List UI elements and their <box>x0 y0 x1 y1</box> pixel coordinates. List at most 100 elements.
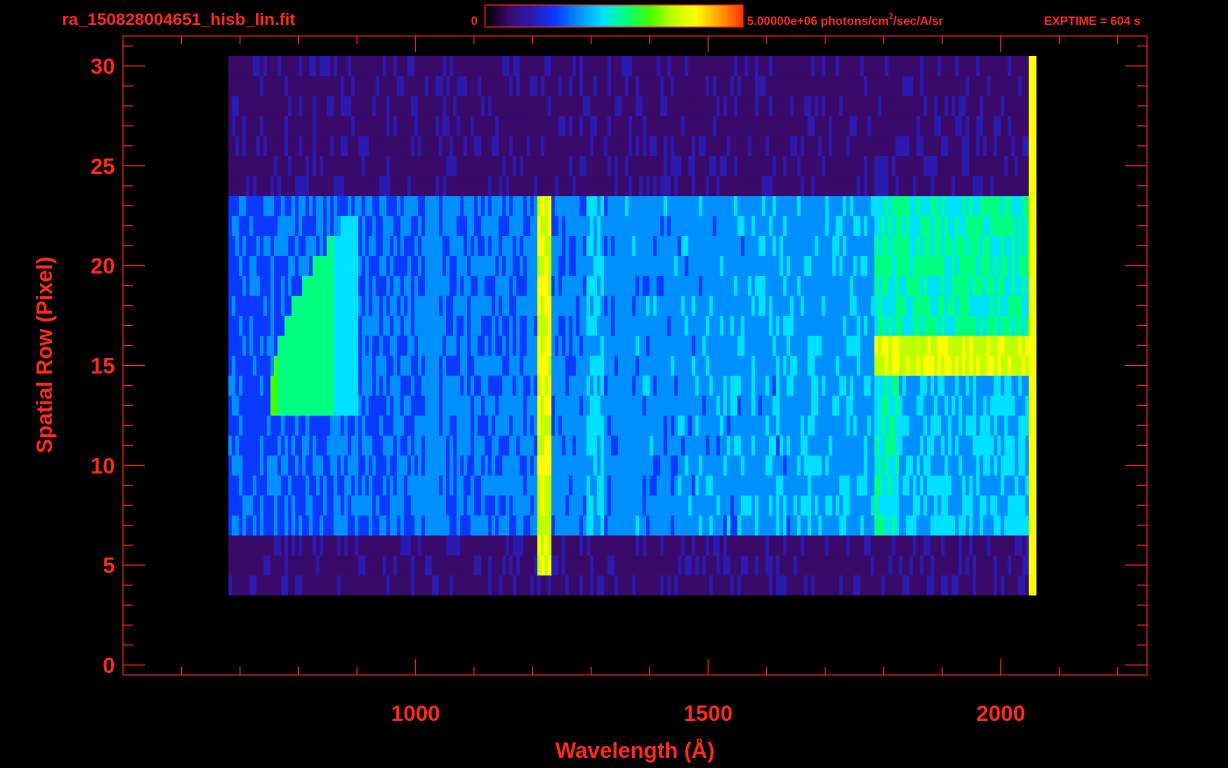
heatmap-cell <box>761 415 767 436</box>
heatmap-cell <box>344 355 349 376</box>
heatmap-cell <box>807 395 812 416</box>
heatmap-cell <box>804 515 809 536</box>
heatmap-cell <box>298 295 303 316</box>
heatmap-cell <box>393 175 398 197</box>
heatmap-cell <box>846 555 851 576</box>
heatmap-cell <box>245 275 250 296</box>
heatmap-cell <box>688 435 693 456</box>
heatmap-cell <box>783 535 788 556</box>
heatmap-cell <box>586 495 591 516</box>
heatmap-cell <box>797 575 802 596</box>
heatmap-cell <box>435 455 440 476</box>
heatmap-cell <box>579 395 584 416</box>
heatmap-cell <box>512 395 517 416</box>
heatmap-cell <box>410 395 416 416</box>
heatmap-cell <box>368 155 373 177</box>
heatmap-cell <box>333 535 338 556</box>
heatmap-cell <box>516 175 521 197</box>
heatmap-cell <box>737 455 742 476</box>
heatmap-cell <box>530 375 535 396</box>
heatmap-cell <box>958 195 963 217</box>
heatmap-cell <box>1018 495 1023 516</box>
heatmap-cell <box>621 215 626 236</box>
heatmap-cell <box>667 435 672 456</box>
heatmap-cell <box>916 335 921 356</box>
heatmap-cell <box>1028 215 1033 236</box>
heatmap-cell <box>266 535 272 556</box>
heatmap-cell <box>979 215 984 236</box>
heatmap-cell <box>611 575 616 596</box>
heatmap-cell <box>990 255 995 276</box>
heatmap-cell <box>354 315 359 336</box>
heatmap-cell <box>403 275 408 296</box>
heatmap-cell <box>375 495 380 516</box>
heatmap-cell <box>291 335 296 356</box>
heatmap-cell <box>712 575 717 596</box>
heatmap-cell <box>986 415 991 436</box>
heatmap-cell <box>888 435 893 456</box>
heatmap-cell <box>572 255 577 276</box>
file-title: ra_150828004651_hisb_lin.fit <box>62 10 296 29</box>
heatmap-cell <box>793 375 798 396</box>
heatmap-cell <box>607 555 612 576</box>
heatmap-cell <box>790 535 795 556</box>
heatmap-cell <box>825 235 830 256</box>
heatmap-cell <box>537 395 542 416</box>
heatmap-cell <box>575 395 581 416</box>
heatmap-cell <box>519 235 524 256</box>
heatmap-cell <box>512 415 517 436</box>
heatmap-cell <box>280 255 286 276</box>
heatmap-cell <box>793 355 798 376</box>
heatmap-cell <box>1028 315 1033 336</box>
heatmap-cell <box>863 455 868 476</box>
heatmap-cell <box>863 195 868 217</box>
heatmap-cell <box>832 215 837 236</box>
heatmap-cell <box>965 275 970 296</box>
heatmap-cell <box>554 335 559 356</box>
heatmap-cell <box>344 495 349 516</box>
heatmap-cell <box>242 295 247 316</box>
heatmap-cell <box>554 155 559 177</box>
heatmap-cell <box>614 315 619 336</box>
heatmap-cell <box>958 395 963 416</box>
heatmap-cell <box>972 175 977 197</box>
heatmap-cell <box>393 435 398 456</box>
heatmap-cell <box>618 575 623 596</box>
heatmap-cell <box>649 315 654 336</box>
heatmap-cell <box>540 195 545 217</box>
heatmap-cell <box>403 475 408 496</box>
heatmap-cell <box>611 335 616 356</box>
heatmap-cell <box>835 535 840 556</box>
heatmap-cell <box>242 355 247 376</box>
heatmap-cell <box>242 415 247 436</box>
heatmap-cell <box>428 515 433 536</box>
heatmap-cell <box>235 475 240 496</box>
heatmap-cell <box>438 455 444 476</box>
heatmap-cell <box>291 255 296 276</box>
heatmap-cell <box>951 495 956 516</box>
heatmap-cell <box>716 375 721 396</box>
heatmap-cell <box>786 195 791 217</box>
heatmap-cell <box>733 195 738 217</box>
heatmap-cell <box>280 535 286 556</box>
heatmap-cell <box>990 515 995 536</box>
heatmap-cell <box>438 275 444 296</box>
heatmap-cell <box>965 295 970 316</box>
heatmap-cell <box>340 255 345 276</box>
heatmap-cell <box>625 335 630 356</box>
heatmap-cell <box>333 295 338 316</box>
heatmap-cell <box>273 495 279 516</box>
heatmap-cell <box>393 495 398 516</box>
heatmap-cell <box>340 415 345 436</box>
heatmap-cell <box>323 555 328 576</box>
heatmap-cell <box>463 315 468 336</box>
heatmap-cell <box>804 375 809 396</box>
heatmap-cell <box>561 335 566 356</box>
heatmap-cell <box>519 335 524 356</box>
heatmap-cell <box>814 255 819 276</box>
heatmap-cell <box>811 415 816 436</box>
heatmap-cell <box>625 435 630 456</box>
heatmap-cell <box>505 335 510 356</box>
heatmap-cell <box>790 215 795 236</box>
heatmap-cell <box>410 535 416 556</box>
